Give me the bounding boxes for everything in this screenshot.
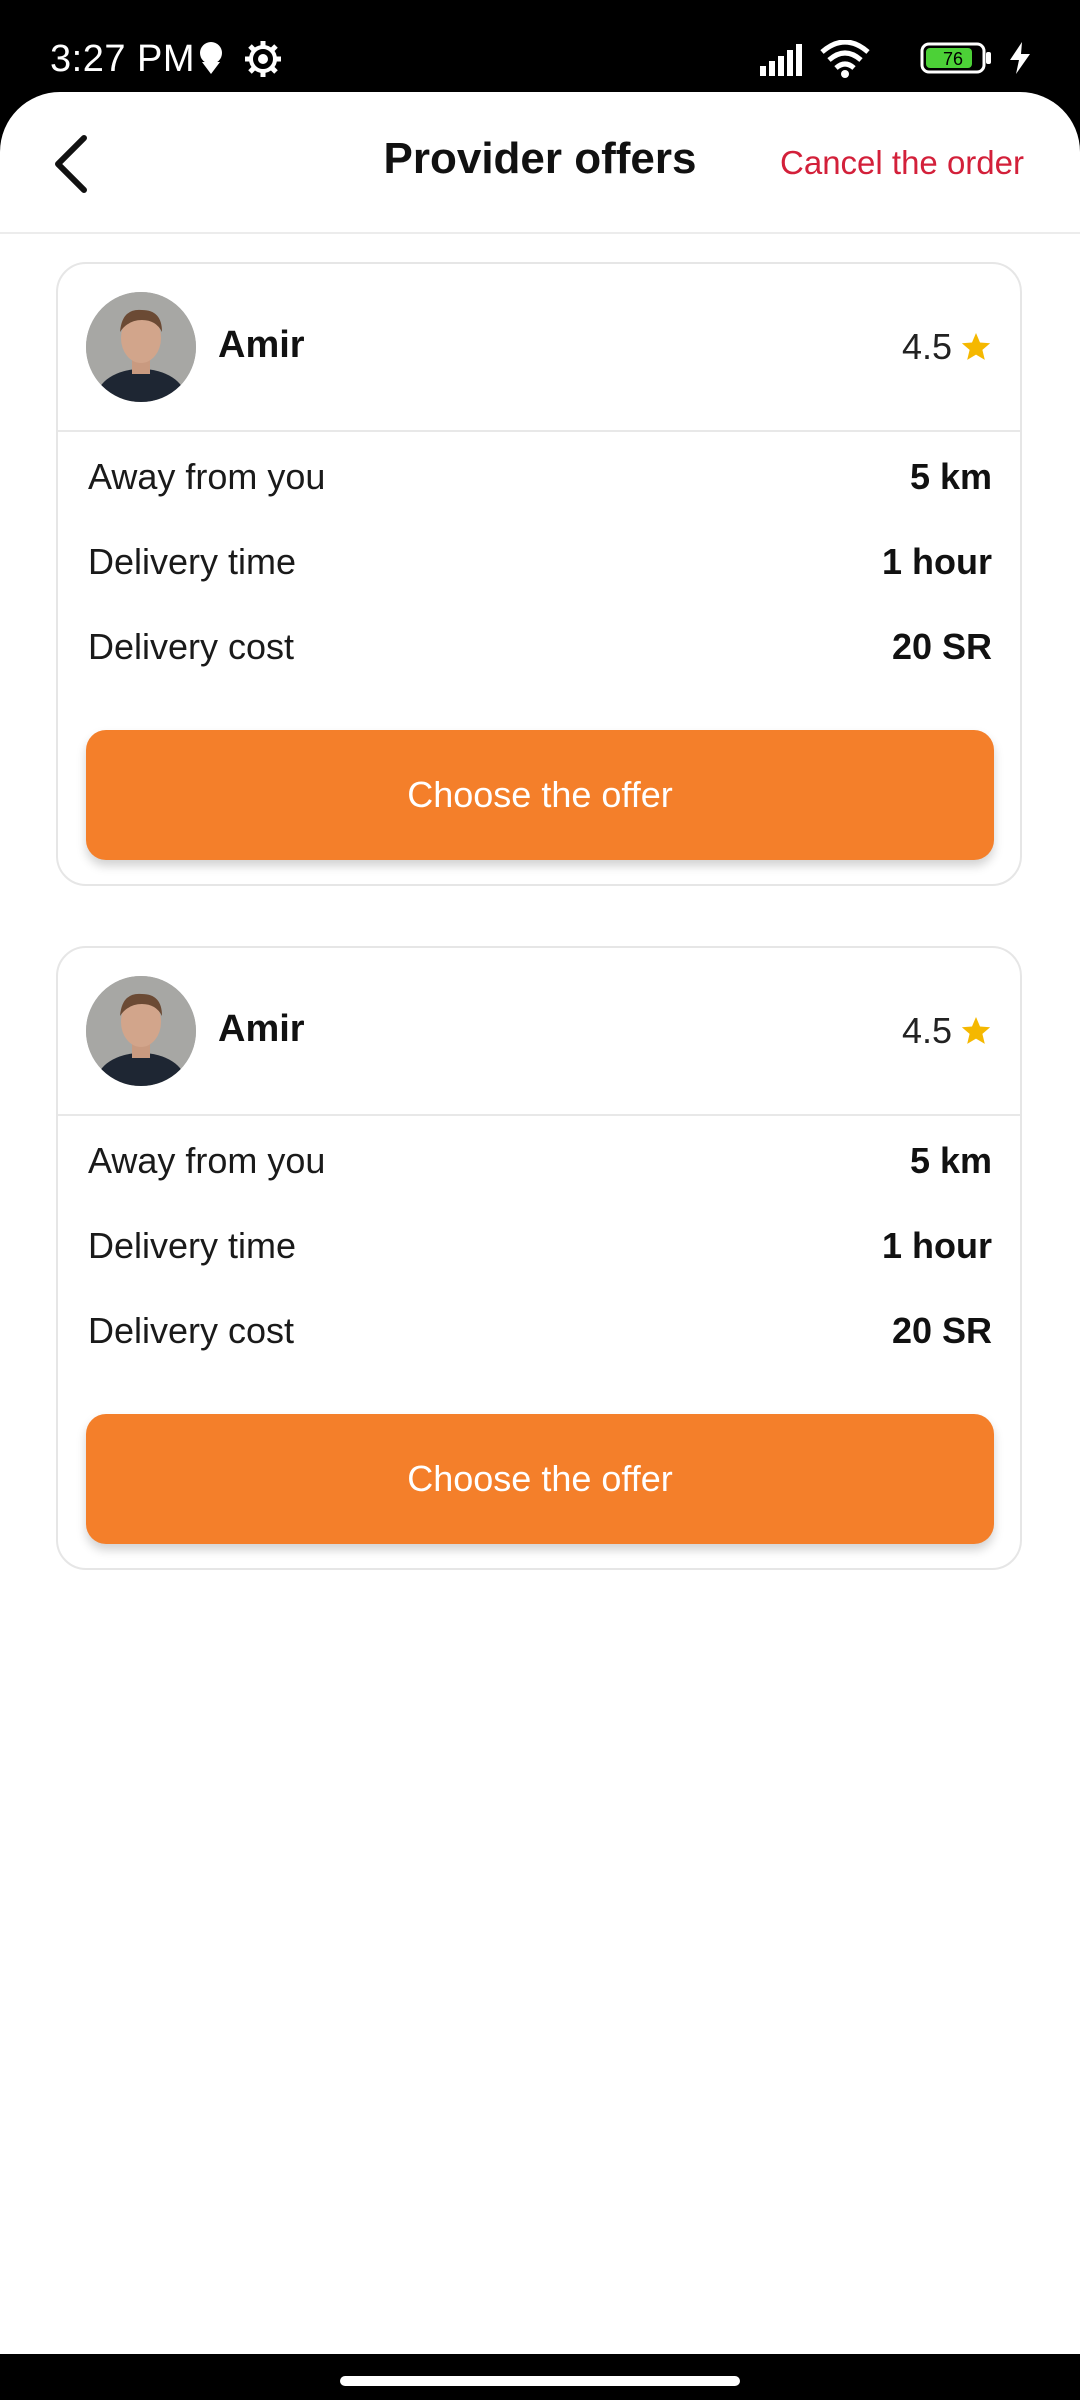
delivery-time-row: Delivery time 1 hour xyxy=(88,541,992,591)
choose-offer-button[interactable]: Choose the offer xyxy=(86,730,994,860)
distance-label: Away from you xyxy=(88,456,326,497)
rating: 4.5 xyxy=(902,1010,992,1052)
rating: 4.5 xyxy=(902,326,992,368)
cancel-order-button[interactable]: Cancel the order xyxy=(780,144,1024,182)
avatar xyxy=(86,292,196,402)
provider-name: Amir xyxy=(218,324,305,366)
distance-value: 5 km xyxy=(909,456,992,497)
distance-value: 5 km xyxy=(909,1140,992,1181)
choose-offer-button[interactable]: Choose the offer xyxy=(86,1414,994,1544)
delivery-time-value: 1 hour xyxy=(881,541,992,582)
notification-icon xyxy=(196,40,226,81)
delivery-time-row: Delivery time 1 hour xyxy=(88,1225,992,1275)
star-icon xyxy=(961,333,991,360)
delivery-cost-label: Delivery cost xyxy=(88,1310,295,1351)
delivery-time-label: Delivery time xyxy=(88,1225,297,1266)
offer-card-header: Amir 4.5 xyxy=(58,264,1020,432)
delivery-cost-value: 20 SR xyxy=(891,626,992,667)
distance-row: Away from you 5 km xyxy=(88,456,992,506)
settings-gear-icon xyxy=(244,40,282,83)
charging-icon xyxy=(1008,42,1032,79)
status-bar: 3:27 PM 76 xyxy=(0,0,1080,92)
navigation-bar xyxy=(0,2354,1080,2400)
screen: 3:27 PM 76 Provider offers Cancel the or… xyxy=(0,0,1080,2400)
star-icon xyxy=(961,1017,991,1044)
distance-label: Away from you xyxy=(88,1140,326,1181)
delivery-time-label: Delivery time xyxy=(88,541,297,582)
offer-card: Amir 4.5 Away from you 5 km Delivery tim… xyxy=(56,946,1022,1570)
offer-card-header: Amir 4.5 xyxy=(58,948,1020,1116)
avatar xyxy=(86,976,196,1086)
header: Provider offers Cancel the order xyxy=(0,92,1080,234)
delivery-cost-row: Delivery cost 20 SR xyxy=(88,1310,992,1360)
battery-icon: 76 xyxy=(920,42,992,79)
provider-name: Amir xyxy=(218,1008,305,1050)
delivery-time-value: 1 hour xyxy=(881,1225,992,1266)
app-screen: Provider offers Cancel the order Amir 4.… xyxy=(0,92,1080,2354)
home-indicator[interactable] xyxy=(340,2376,740,2386)
status-time: 3:27 PM xyxy=(50,38,196,80)
signal-icon xyxy=(760,42,808,81)
rating-value: 4.5 xyxy=(901,326,952,367)
wifi-icon xyxy=(820,39,870,83)
delivery-cost-row: Delivery cost 20 SR xyxy=(88,626,992,676)
offer-card: Amir 4.5 Away from you 5 km Delivery tim… xyxy=(56,262,1022,886)
distance-row: Away from you 5 km xyxy=(88,1140,992,1190)
delivery-cost-value: 20 SR xyxy=(891,1310,992,1351)
battery-level: 76 xyxy=(943,49,963,69)
delivery-cost-label: Delivery cost xyxy=(88,626,295,667)
rating-value: 4.5 xyxy=(901,1010,952,1051)
